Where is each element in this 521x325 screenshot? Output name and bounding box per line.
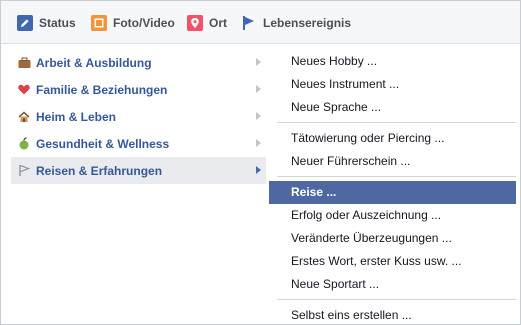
tab-life-event-label: Lebensereignis xyxy=(263,16,352,30)
category-work-education[interactable]: Arbeit & Ausbildung xyxy=(11,49,266,76)
submenu-item-new-hobby[interactable]: Neues Hobby ... xyxy=(269,50,516,73)
photo-icon xyxy=(91,15,107,31)
location-pin-icon xyxy=(187,15,203,31)
category-family-relationships[interactable]: Familie & Beziehungen xyxy=(11,76,266,103)
submenu-item-changed-beliefs[interactable]: Veränderte Überzeugungen ... xyxy=(269,227,516,250)
chevron-right-icon xyxy=(256,58,261,66)
submenu-item-tattoo-piercing[interactable]: Tätowierung oder Piercing ... xyxy=(269,127,516,150)
tab-location-label: Ort xyxy=(209,16,227,30)
pencil-icon xyxy=(17,15,33,31)
submenu-item-travel[interactable]: Reise ... xyxy=(269,181,516,204)
submenu-item-create-your-own[interactable]: Selbst eins erstellen ... xyxy=(269,304,516,325)
chevron-right-icon xyxy=(256,112,261,120)
submenu-divider xyxy=(277,176,516,177)
tab-photo-video[interactable]: Foto/Video xyxy=(91,14,175,32)
submenu-divider xyxy=(277,299,516,300)
category-label: Arbeit & Ausbildung xyxy=(36,55,152,70)
flag-icon xyxy=(17,164,31,178)
apple-icon xyxy=(17,137,31,151)
briefcase-icon xyxy=(17,56,31,70)
composer-tabs: Status Foto/Video Ort Lebensereignis xyxy=(1,1,520,44)
tab-status-label: Status xyxy=(39,16,76,30)
category-label: Familie & Beziehungen xyxy=(36,82,168,97)
category-home-living[interactable]: Heim & Leben xyxy=(11,103,266,130)
tab-photo-video-label: Foto/Video xyxy=(113,16,175,30)
category-label: Gesundheit & Wellness xyxy=(36,136,170,151)
submenu-item-new-sport[interactable]: Neue Sportart ... xyxy=(269,273,516,296)
tab-life-event[interactable]: Lebensereignis xyxy=(241,14,351,32)
submenu-item-new-license[interactable]: Neuer Führerschein ... xyxy=(269,150,516,173)
submenu-item-new-language[interactable]: Neue Sprache ... xyxy=(269,96,516,119)
tab-status[interactable]: Status xyxy=(17,14,76,32)
submenu-item-achievement-award[interactable]: Erfolg oder Auszeichnung ... xyxy=(269,204,516,227)
category-label: Heim & Leben xyxy=(36,109,117,124)
flag-icon xyxy=(241,15,257,31)
chevron-right-icon xyxy=(256,85,261,93)
chevron-right-icon xyxy=(256,139,261,147)
category-travel-experiences[interactable]: Reisen & Erfahrungen xyxy=(11,157,266,184)
life-event-composer: Status Foto/Video Ort Lebensereignis Arb… xyxy=(0,0,521,325)
chevron-right-icon xyxy=(256,166,261,174)
submenu-item-new-instrument[interactable]: Neues Instrument ... xyxy=(269,73,516,96)
submenu-divider xyxy=(277,122,516,123)
house-icon xyxy=(17,110,31,124)
submenu-item-first-word-kiss[interactable]: Erstes Wort, erster Kuss usw. ... xyxy=(269,250,516,273)
category-label: Reisen & Erfahrungen xyxy=(36,163,163,178)
heart-icon xyxy=(17,83,31,97)
category-list: Arbeit & Ausbildung Familie & Beziehunge… xyxy=(11,49,266,184)
tab-location[interactable]: Ort xyxy=(187,14,227,32)
event-submenu: Neues Hobby ... Neues Instrument ... Neu… xyxy=(269,49,516,325)
category-health-wellness[interactable]: Gesundheit & Wellness xyxy=(11,130,266,157)
